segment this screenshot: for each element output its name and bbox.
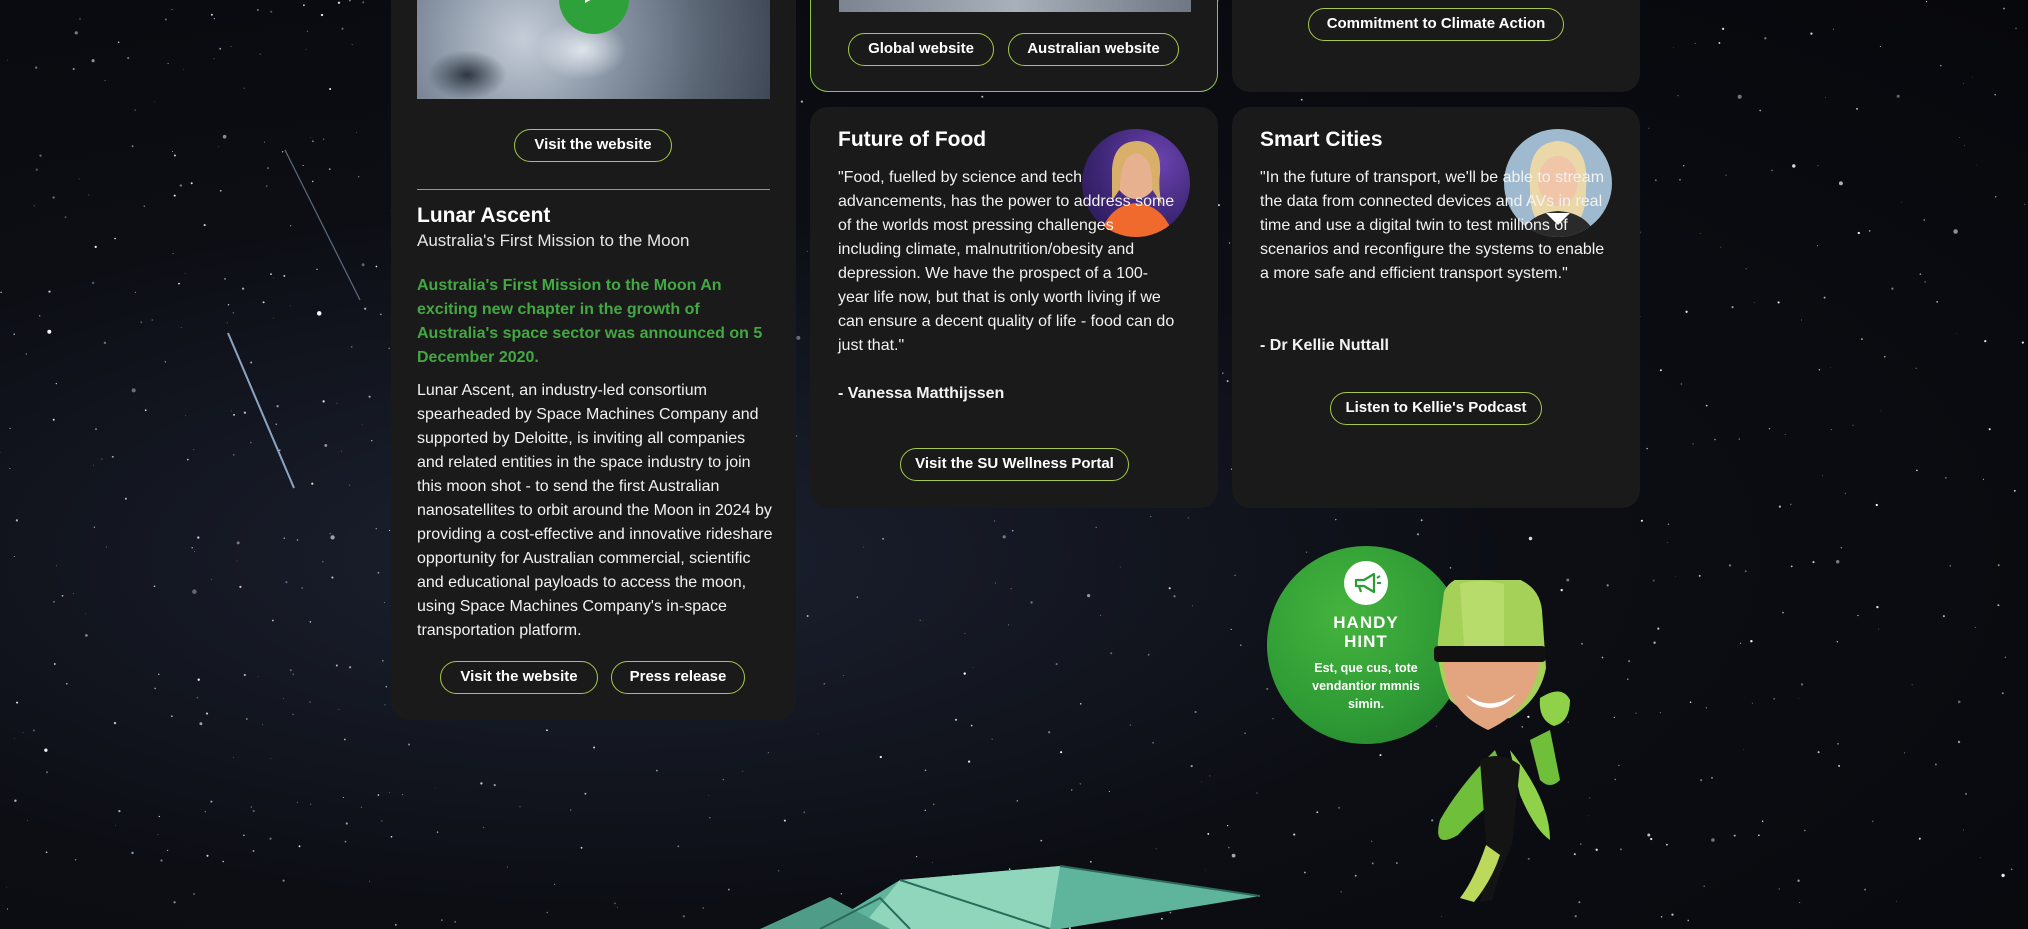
food-title: Future of Food: [838, 128, 987, 151]
cities-title: Smart Cities: [1260, 128, 1383, 151]
card-image-strip: [839, 0, 1191, 12]
lunar-divider: [417, 189, 770, 190]
lunar-highlight: Australia's First Mission to the Moon An…: [417, 277, 763, 366]
visit-website-top-button[interactable]: Visit the website: [514, 129, 672, 162]
australian-website-button[interactable]: Australian website: [1008, 33, 1179, 66]
food-author: - Vanessa Matthijssen: [838, 385, 1005, 402]
global-website-button[interactable]: Global website: [848, 33, 994, 66]
megaphone-icon: [1344, 561, 1388, 605]
lunar-subtitle: Australia's First Mission to the Moon: [417, 231, 690, 250]
cities-quote: "In the future of transport, we'll be ab…: [1260, 169, 1605, 282]
su-wellness-portal-button[interactable]: Visit the SU Wellness Portal: [900, 448, 1129, 481]
kellie-podcast-button[interactable]: Listen to Kellie's Podcast: [1330, 392, 1542, 425]
lunar-body: Lunar Ascent, an industry-led consortium…: [417, 382, 773, 639]
climate-action-button[interactable]: Commitment to Climate Action: [1308, 8, 1564, 41]
food-quote: "Food, fuelled by science and tech advan…: [838, 169, 1175, 354]
press-release-button[interactable]: Press release: [611, 661, 745, 694]
lunar-title: Lunar Ascent: [417, 204, 551, 227]
superhero-mascot: [1434, 580, 1570, 902]
visit-website-button[interactable]: Visit the website: [440, 661, 598, 694]
paper-plane: [760, 865, 1260, 929]
cities-author: - Dr Kellie Nuttall: [1260, 337, 1389, 354]
